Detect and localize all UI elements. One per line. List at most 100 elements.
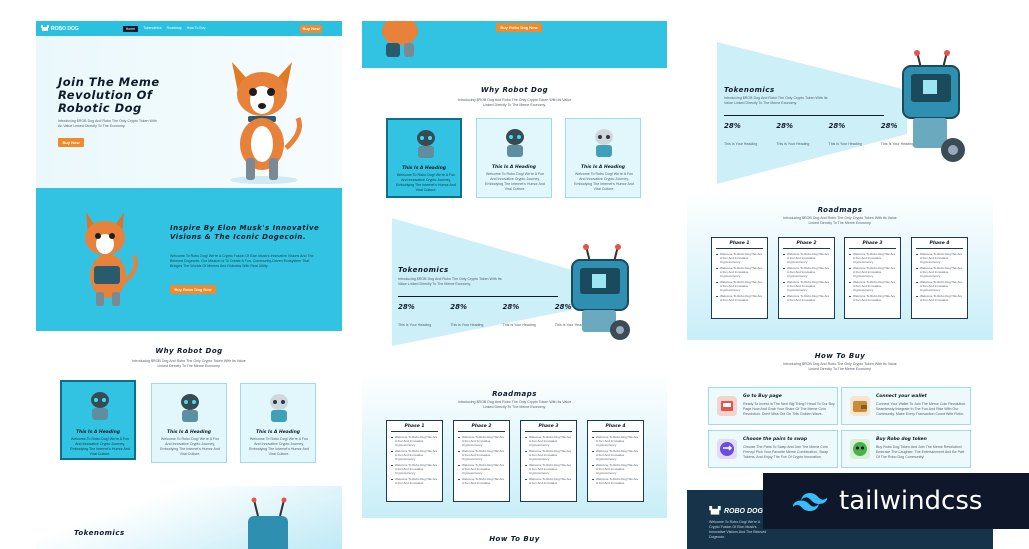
step-description: Connect Your Wallet To Join The Meme Coi… (876, 402, 967, 416)
step-title: Go to Buy page (743, 394, 782, 399)
inspire-buy-button[interactable]: Buy Robo Dog Now (170, 285, 216, 294)
token-icon (850, 439, 870, 459)
tokenomics-title: Tokenomics (74, 529, 125, 537)
why-card-2[interactable]: This Is A Heading Welcome To Robo Dog! W… (151, 383, 227, 463)
tailwind-wordmark: tailwindcss (839, 486, 983, 516)
nav-home[interactable]: Home (122, 25, 139, 32)
step-title: Choose the pairs to swap (743, 437, 808, 442)
howto-section: How To Buy Introducing $ROB Dog And Robo… (687, 352, 993, 372)
phase-title: Phase 1 (716, 241, 763, 249)
hero-buy-button[interactable]: Buy Now (58, 138, 84, 147)
tokenomics-section: Tokenomics Introducing $ROB Dog And Robo… (362, 210, 667, 350)
phase-title: Phase 3 (849, 241, 896, 249)
hero-description: Introducing $ROB Dog And Robo The Only C… (58, 119, 157, 128)
roadmap-phase-4: Phase 4 Welcome To Robo Dog! We Are A Fu… (587, 420, 644, 502)
tailwindcss-badge: tailwindcss (763, 473, 1029, 529)
roadmap-phase-1: Phase 1 Welcome To Robo Dog! We Are A Fu… (386, 420, 443, 502)
swap-icon (717, 439, 737, 459)
step-description: Buy Robo Dog Token And Join The Meme Rev… (876, 445, 965, 459)
nav-roadmap[interactable]: Roadmap (167, 26, 182, 32)
howto-step-1[interactable]: Go to Buy page Ready To Invest In The Ne… (708, 387, 838, 425)
phase-title: Phase 4 (916, 241, 963, 249)
why-section: Why Robot Dog Introducing $ROB Dog And R… (36, 347, 342, 369)
roadmap-phase-2: Phase 2 Welcome To Robo Dog! We Are A Fu… (453, 420, 510, 502)
card-description: Welcome To Robo Dog! We're A Fun And Inn… (249, 437, 309, 456)
header-buy-button[interactable]: Buy Now (300, 25, 322, 33)
step-title: Connect your wallet (876, 394, 927, 399)
page-column-3: Tokenomics Introducing $ROB Dog And Robo… (687, 0, 993, 549)
footer-description: Welcome To Robo Dog! We're A Crypto Fusi… (709, 520, 767, 539)
why-card-3[interactable]: This Is A Heading Welcome To Robo Dog! W… (565, 118, 641, 198)
robot-dog-avatar-icon (595, 129, 613, 157)
roadmap-title: Roadmaps (492, 390, 537, 398)
tailwind-logo-icon (793, 493, 827, 511)
step-description: Choose The Pairs To Swap And Join The Me… (743, 445, 829, 459)
robot-dog-avatar-icon (91, 392, 109, 420)
howto-title: How To Buy (814, 352, 866, 360)
robot-illustration (248, 497, 288, 549)
hero-section: Join The Meme Revolution Of Robotic Dog … (36, 36, 342, 188)
robot-dog-avatar-icon (270, 394, 288, 422)
roadmap-title: Roadmaps (817, 206, 863, 214)
token-stat: 28% This Is Your Heading (724, 122, 758, 146)
robot-dog-avatar-icon (506, 129, 524, 157)
divider (398, 296, 558, 297)
token-stat: 28% This Is Your Heading (450, 303, 484, 327)
roadmap-phase-2: Phase 2 Welcome To Robo Dog! We Are A Fu… (778, 237, 835, 319)
howto-step-4[interactable]: Buy Robo dog token Buy Robo Dog Token An… (841, 430, 971, 468)
why-card-3[interactable]: This Is A Heading Welcome To Robo Dog! W… (240, 383, 316, 463)
card-heading: This Is A Heading (75, 430, 121, 435)
page-column-1: ROBO DOG Home Tokenomics Roadmap How To … (36, 0, 342, 549)
phase-title: Phase 2 (783, 241, 830, 249)
roadmap-phase-4: Phase 4 Welcome To Robo Dog! We Are A Fu… (911, 237, 968, 319)
brand-name: ROBO DOG (51, 25, 79, 32)
why-card-1[interactable]: This Is A Heading Welcome To Robo Dog! W… (386, 118, 462, 198)
robot-dog-avatar-icon (417, 130, 435, 158)
phase-title: Phase 2 (458, 424, 505, 432)
roadmap-subtitle: Introducing $ROB Dog And Robo The Only C… (457, 400, 572, 409)
roadmap-phase-3: Phase 3 Welcome To Robo Dog! We Are A Fu… (844, 237, 901, 319)
buy-page-icon (717, 396, 737, 416)
card-description: Welcome To Robo Dog! We're A Fun And Inn… (574, 172, 634, 191)
step-description: Ready To Invest In The Next Big Thing? H… (743, 402, 835, 416)
why-title: Why Robot Dog (480, 86, 549, 94)
divider (724, 115, 884, 116)
why-subtitle: Introducing $ROB Dog And Robo The Only C… (132, 359, 246, 368)
robot-illustration (902, 50, 965, 162)
card-description: Welcome To Robo Dog! We're A Fun And Inn… (485, 172, 545, 191)
card-heading: This Is A Heading (166, 430, 212, 435)
howto-step-3[interactable]: Choose the pairs to swap Choose The Pair… (708, 430, 838, 468)
card-heading: This Is A Heading (401, 166, 447, 171)
howto-step-2[interactable]: Connect your wallet Connect Your Wallet … (841, 387, 971, 425)
footer-logo[interactable]: ROBO DOG (709, 506, 763, 516)
robot-dog-logo-icon (709, 506, 721, 515)
inspire-buy-button[interactable]: Buy Robo Dog Now (496, 23, 542, 32)
why-card-2[interactable]: This Is A Heading Welcome To Robo Dog! W… (476, 118, 552, 198)
page-column-2: Buy Robo Dog Now Why Robot Dog Introduci… (362, 0, 667, 549)
dog-mascot-illustration (85, 212, 138, 306)
inspire-title: Inspire By Elon Musk's Innovative Vision… (170, 224, 320, 241)
tokenomics-title: Tokenomics (724, 86, 775, 94)
nav-how-to-buy[interactable]: How To Buy (187, 26, 206, 32)
robot-illustration (571, 244, 630, 340)
card-heading: This Is A Heading (491, 165, 537, 170)
phase-title: Phase 1 (391, 424, 438, 432)
card-heading: This Is A Heading (255, 430, 301, 435)
top-navbar: ROBO DOG Home Tokenomics Roadmap How To … (36, 21, 342, 36)
why-title: Why Robot Dog (155, 347, 223, 355)
card-description: Welcome To Robo Dog! We're A Fun And Inn… (160, 437, 220, 456)
howto-title: How To Buy (489, 535, 540, 543)
why-card-1[interactable]: This Is A Heading Welcome To Robo Dog! W… (60, 380, 136, 460)
step-title: Buy Robo dog token (876, 437, 927, 442)
nav-tokenomics[interactable]: Tokenomics (143, 26, 161, 32)
token-stat: 28% This Is Your Heading (776, 122, 810, 146)
card-heading: This Is A Heading (580, 165, 626, 170)
phase-title: Phase 4 (592, 424, 639, 432)
brand-logo[interactable]: ROBO DOG (41, 25, 79, 32)
robot-dog-illustration (230, 62, 302, 184)
tokenomics-subtitle: Introducing $ROB Dog And Robo The Only C… (398, 277, 502, 286)
hero-title: Join The Meme Revolution Of Robotic Dog (58, 75, 160, 115)
card-description: Welcome To Robo Dog! We're A Fun And Inn… (396, 173, 456, 192)
inspire-description: Welcome To Robo Dog! We're A Crypto Fusi… (170, 254, 314, 268)
roadmap-phase-1: Phase 1 Welcome To Robo Dog! We Are A Fu… (711, 237, 768, 319)
